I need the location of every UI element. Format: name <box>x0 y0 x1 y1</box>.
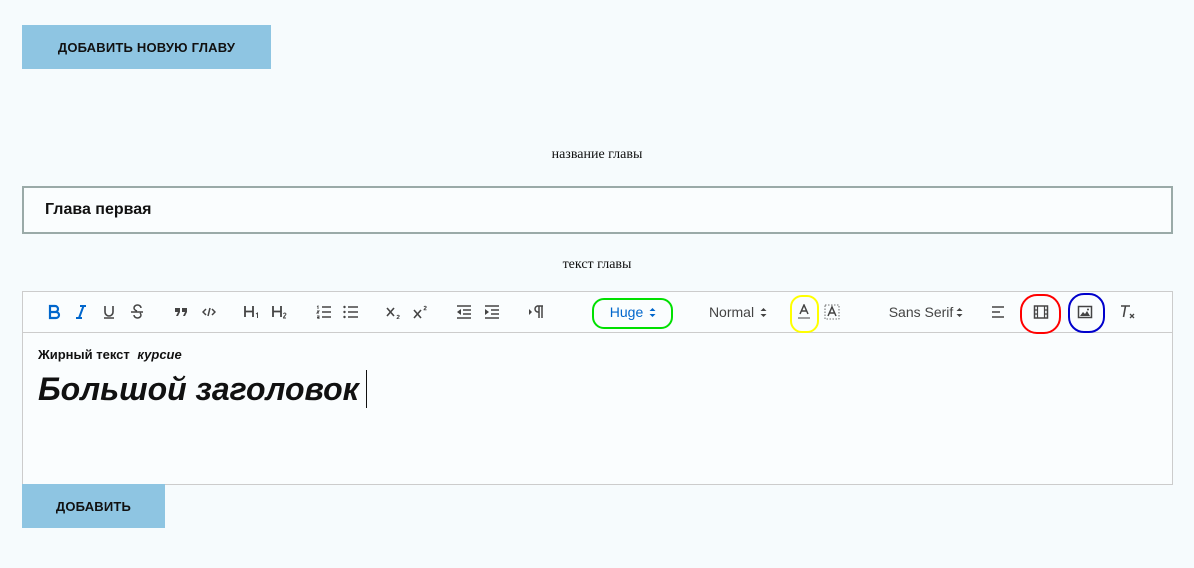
chapter-title-value: Глава первая <box>45 201 152 218</box>
bold-button[interactable] <box>43 292 65 332</box>
editor-toolbar: Huge Normal Sans Serif <box>23 292 1172 334</box>
picker-arrows-icon <box>956 307 963 318</box>
background-color-icon <box>824 304 840 320</box>
add-new-chapter-button[interactable]: ДОБАВИТЬ НОВУЮ ГЛАВУ <box>22 25 271 69</box>
chapter-title-input[interactable]: Глава первая <box>22 186 1173 234</box>
image-icon <box>1077 305 1093 319</box>
underline-icon <box>102 304 116 320</box>
text-color-button[interactable] <box>793 292 815 332</box>
text-color-icon <box>796 304 812 320</box>
image-button[interactable] <box>1074 292 1096 332</box>
strike-icon <box>130 304 144 320</box>
rtl-icon <box>528 305 544 319</box>
h1-icon <box>244 305 260 319</box>
text-cursor <box>365 370 367 408</box>
h2-icon <box>272 305 288 319</box>
add-button[interactable]: ДОБАВИТЬ <box>22 484 165 528</box>
subscript-icon <box>386 305 402 319</box>
align-icon <box>991 306 1005 318</box>
italic-button[interactable] <box>70 292 92 332</box>
rtl-button[interactable] <box>525 292 547 332</box>
blockquote-button[interactable] <box>170 292 192 332</box>
content-heading: Большой заголовок <box>38 370 367 408</box>
blockquote-icon <box>174 305 188 319</box>
picker-arrows-icon <box>649 307 656 318</box>
bullet-list-button[interactable] <box>340 292 362 332</box>
code-icon <box>202 306 216 318</box>
content-paragraph: Жирный текст курсие <box>38 347 367 362</box>
indent-icon <box>484 305 500 319</box>
indent-button[interactable] <box>481 292 503 332</box>
italic-icon <box>74 304 88 320</box>
superscript-icon <box>413 305 429 319</box>
font-picker[interactable]: Sans Serif <box>881 292 971 332</box>
video-button[interactable] <box>1030 292 1052 332</box>
size-picker-value: Huge <box>609 304 644 320</box>
bold-text: Жирный текст <box>38 347 130 362</box>
h1-button[interactable] <box>241 292 263 332</box>
bold-icon <box>47 304 61 320</box>
subscript-button[interactable] <box>383 292 405 332</box>
header-picker-value: Normal <box>708 304 755 320</box>
code-button[interactable] <box>198 292 220 332</box>
ordered-list-button[interactable] <box>313 292 335 332</box>
ordered-list-icon <box>316 305 332 319</box>
clean-icon <box>1120 305 1136 319</box>
bullet-list-icon <box>343 305 359 319</box>
italic-text: курсие <box>137 347 182 362</box>
superscript-button[interactable] <box>410 292 432 332</box>
underline-button[interactable] <box>98 292 120 332</box>
size-picker[interactable]: Huge <box>593 292 673 332</box>
heading-text: Большой заголовок <box>38 370 359 407</box>
strike-button[interactable] <box>126 292 148 332</box>
chapter-title-label: название главы <box>551 147 643 162</box>
font-picker-value: Sans Serif <box>888 304 954 320</box>
h2-button[interactable] <box>269 292 291 332</box>
outdent-icon <box>456 305 472 319</box>
chapter-text-label: текст главы <box>562 257 632 272</box>
clean-button[interactable] <box>1117 292 1139 332</box>
editor-content[interactable]: Жирный текст курсие Большой заголовок <box>38 347 367 408</box>
align-button[interactable] <box>987 292 1009 332</box>
video-icon <box>1033 305 1049 319</box>
rich-text-editor: Huge Normal Sans Serif Жирный текст курс… <box>22 291 1173 485</box>
outdent-button[interactable] <box>453 292 475 332</box>
header-picker[interactable]: Normal <box>698 292 778 332</box>
picker-arrows-icon <box>760 307 767 318</box>
background-color-button[interactable] <box>821 292 843 332</box>
